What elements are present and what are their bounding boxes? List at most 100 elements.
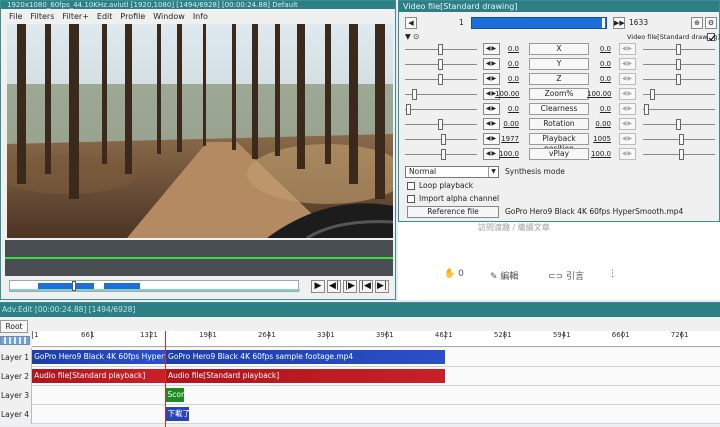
slider-handle[interactable]	[676, 74, 681, 85]
first-frame-button[interactable]: |◀	[359, 280, 373, 293]
param-slider-right[interactable]	[643, 102, 715, 117]
zoom-gauge[interactable]	[0, 336, 30, 345]
param-label-button[interactable]: X	[529, 43, 589, 55]
timeline-clip[interactable]: Score	[165, 388, 184, 402]
param-slider-left[interactable]	[405, 117, 477, 132]
param-value-left[interactable]: 0.0	[495, 43, 519, 55]
layer-label[interactable]: Layer 2	[0, 367, 32, 386]
frame-handle[interactable]	[601, 18, 605, 28]
param-value-left[interactable]: 1977	[495, 133, 519, 145]
param-label-button[interactable]: vPlay	[529, 148, 589, 160]
slider-handle[interactable]	[676, 59, 681, 70]
param-value-left[interactable]: 100.00	[495, 88, 520, 100]
synthesis-mode-select[interactable]: Normal ▼	[405, 166, 499, 178]
slider-handle[interactable]	[438, 119, 443, 130]
slider-handle[interactable]	[679, 149, 685, 160]
param-slider-left[interactable]	[405, 42, 477, 57]
arrow-right-icon[interactable]: ◀▶	[619, 88, 636, 100]
timeline-clip[interactable]: GoPro Hero9 Black 4K 60fps HyperSmooth.m…	[32, 350, 166, 364]
param-label-button[interactable]: Y	[529, 58, 589, 70]
menu-info[interactable]: Info	[189, 10, 212, 24]
last-frame-button[interactable]: ▶|	[375, 280, 389, 293]
layer-label[interactable]: Layer 4	[0, 405, 32, 424]
timeline-ruler[interactable]: 1 661 1321 1981 2641 3301 3961 4621 5281 5941 6601…	[32, 331, 720, 347]
quote-button[interactable]: ⊂⊃ 引言	[548, 269, 584, 282]
param-slider-right[interactable]	[643, 147, 715, 162]
param-label-button[interactable]: Clearness	[529, 103, 589, 115]
param-slider-right[interactable]	[643, 57, 715, 72]
param-value-right[interactable]: 100.0	[587, 148, 611, 160]
arrow-right-icon[interactable]: ◀▶	[619, 73, 636, 85]
slider-handle[interactable]	[406, 104, 412, 115]
timeline-clip[interactable]: Audio file[Standard playback]	[166, 369, 445, 383]
link-icon[interactable]: ⊕	[691, 17, 703, 29]
param-slider-left[interactable]	[405, 72, 477, 87]
timeline-clip[interactable]: 下載了	[165, 407, 190, 421]
menu-file[interactable]: File	[5, 10, 26, 24]
edit-button[interactable]: ✎ 編輯	[490, 269, 518, 282]
collapse-icon[interactable]: ▼ ⊙	[405, 32, 419, 42]
slider-handle[interactable]	[441, 149, 447, 160]
layer-label[interactable]: Layer 1	[0, 348, 32, 367]
param-label-button[interactable]: Rotation	[529, 118, 589, 130]
param-value-right[interactable]: 0.0	[587, 73, 611, 85]
param-label-button[interactable]: Zoom%	[529, 88, 589, 100]
seek-bar[interactable]	[9, 280, 300, 292]
gear-icon[interactable]: ⚙	[705, 17, 717, 29]
arrow-right-icon[interactable]: ◀▶	[619, 43, 636, 55]
slider-handle[interactable]	[644, 104, 650, 115]
param-value-left[interactable]: 0.00	[495, 118, 519, 130]
video-preview[interactable]	[7, 24, 393, 238]
next-frame-button[interactable]: |▶	[343, 280, 357, 293]
frame-track[interactable]	[471, 17, 607, 29]
more-options-icon[interactable]: ⋮	[608, 269, 617, 279]
arrow-right-icon[interactable]: ◀▶	[619, 133, 636, 145]
slider-handle[interactable]	[438, 44, 443, 55]
alpha-checkbox[interactable]	[407, 195, 415, 203]
param-value-left[interactable]: 0.0	[495, 103, 519, 115]
reference-file-button[interactable]: Reference file	[407, 206, 499, 218]
menu-filters[interactable]: Filters	[26, 10, 58, 24]
slider-handle[interactable]	[679, 134, 685, 145]
param-slider-right[interactable]	[643, 132, 715, 147]
param-value-left[interactable]: 0.0	[495, 73, 519, 85]
slider-handle[interactable]	[438, 59, 443, 70]
param-value-right[interactable]: 0.0	[587, 43, 611, 55]
play-button[interactable]: ▶	[311, 280, 325, 293]
slider-handle[interactable]	[649, 89, 655, 100]
root-button[interactable]: Root	[0, 320, 28, 333]
param-value-left[interactable]: 0.0	[495, 58, 519, 70]
param-slider-right[interactable]	[643, 87, 715, 102]
arrow-right-icon[interactable]: ◀▶	[619, 118, 636, 130]
seek-handle[interactable]	[72, 281, 77, 291]
param-slider-left[interactable]	[405, 147, 477, 162]
slider-handle[interactable]	[441, 134, 447, 145]
menu-edit[interactable]: Edit	[93, 10, 117, 24]
param-value-right[interactable]: 0.0	[587, 58, 611, 70]
timeline-clip[interactable]: GoPro Hero9 Black 4K 60fps sample footag…	[166, 350, 445, 364]
prev-frame-button[interactable]: ◀|	[327, 280, 341, 293]
timeline-clip[interactable]: Audio file[Standard playback]	[32, 369, 166, 383]
frame-prev-icon[interactable]: ◀	[405, 17, 417, 29]
param-label-button[interactable]: Z	[529, 73, 589, 85]
header-checkbox[interactable]	[707, 33, 716, 41]
arrow-right-icon[interactable]: ◀▶	[619, 103, 636, 115]
arrow-right-icon[interactable]: ◀▶	[619, 148, 636, 160]
slider-handle[interactable]	[411, 89, 417, 100]
param-slider-left[interactable]	[405, 132, 477, 147]
slider-handle[interactable]	[438, 74, 443, 85]
menu-filter-plus[interactable]: Filter+	[58, 10, 93, 24]
layer-track[interactable]	[32, 405, 720, 423]
param-slider-left[interactable]	[405, 87, 477, 102]
param-slider-left[interactable]	[405, 102, 477, 117]
frame-next-icon[interactable]: ▶▶	[613, 17, 625, 29]
menu-window[interactable]: Window	[149, 10, 189, 24]
param-slider-right[interactable]	[643, 72, 715, 87]
param-slider-right[interactable]	[643, 117, 715, 132]
param-label-button[interactable]: Playback position	[529, 133, 589, 153]
arrow-right-icon[interactable]: ◀▶	[619, 58, 636, 70]
param-value-left[interactable]: 100.0	[495, 148, 519, 160]
param-value-right[interactable]: 0.0	[587, 103, 611, 115]
param-value-right[interactable]: 1005	[587, 133, 611, 145]
loop-checkbox[interactable]	[407, 182, 415, 190]
